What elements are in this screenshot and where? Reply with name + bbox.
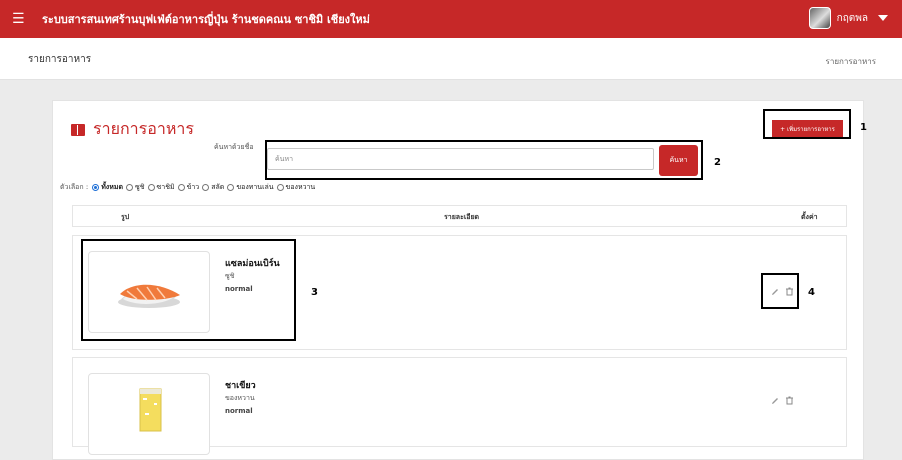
salmon-sushi-image <box>88 251 210 333</box>
food-list-card: รายการอาหาร + เพิ่มรายการอาหาร ค้นหาด้วย… <box>52 100 864 460</box>
filter-option-label: ทั้งหมด <box>101 183 123 191</box>
radio-icon[interactable] <box>177 184 185 191</box>
table-header: รูป รายละเอียด ตั้งค่า <box>72 205 847 227</box>
annotation-number-2: 2 <box>714 157 721 168</box>
annotation-number-4: 4 <box>808 287 815 298</box>
edit-icon[interactable] <box>771 287 780 296</box>
edit-icon[interactable] <box>771 396 780 405</box>
filter-option-sashimi[interactable]: ซาชิมิ <box>146 182 175 193</box>
row-actions <box>766 391 800 409</box>
radio-icon[interactable] <box>147 184 155 191</box>
breadcrumb[interactable]: รายการอาหาร <box>826 55 876 68</box>
avatar[interactable] <box>808 7 831 29</box>
filter-option-salad[interactable]: สลัด <box>200 182 224 193</box>
search-label: ค้นหาด้วยชื่อ <box>214 143 254 151</box>
app-title: ระบบสารสนเทศร้านบุฟเฟ่ต์อาหารญี่ปุ่น ร้า… <box>42 13 370 26</box>
search-button[interactable]: ค้นหา <box>659 145 698 176</box>
food-name: แซลม่อนเบิร์น <box>225 259 280 269</box>
section-title-text: รายการอาหาร <box>93 119 194 138</box>
trash-icon[interactable] <box>785 287 794 296</box>
radio-icon[interactable] <box>227 184 235 191</box>
trash-icon[interactable] <box>785 396 794 405</box>
food-status: normal <box>225 285 253 293</box>
radio-icon[interactable] <box>92 184 100 191</box>
filter-option-label: ซาชิมิ <box>156 183 175 191</box>
food-category: ของหวาน <box>225 394 255 402</box>
user-menu[interactable]: กฤตพล <box>808 7 888 29</box>
radio-icon[interactable] <box>126 184 133 191</box>
filter-option-snack[interactable]: ของทานเล่น <box>225 182 274 193</box>
search-input[interactable] <box>267 148 654 170</box>
food-category: ซูชิ <box>225 272 235 280</box>
table-row: แซลม่อนเบิร์น ซูชิ normal <box>72 235 847 350</box>
annotation-number-3: 3 <box>311 287 318 298</box>
filter-option-label: ของทานเล่น <box>236 183 274 191</box>
radio-icon[interactable] <box>276 184 284 191</box>
annotation-number-1: 1 <box>860 122 867 133</box>
column-header-settings: ตั้งค่า <box>801 213 818 221</box>
page-header: รายการอาหาร รายการอาหาร <box>0 38 902 80</box>
food-status: normal <box>225 407 253 415</box>
chevron-down-icon[interactable] <box>878 15 888 21</box>
book-icon <box>71 123 85 136</box>
section-title: รายการอาหาร <box>71 117 194 142</box>
filter-option-label: ซูชิ <box>135 183 145 191</box>
filter-option-label: ข้าว <box>186 183 200 191</box>
add-food-button[interactable]: + เพิ่มรายการอาหาร <box>772 120 843 137</box>
filter-option-all[interactable]: ทั้งหมด <box>90 182 123 193</box>
filter-option-rice[interactable]: ข้าว <box>176 182 200 193</box>
radio-icon[interactable] <box>202 184 210 191</box>
filter-option-label: ของหวาน <box>285 183 316 191</box>
filter-label: ตัวเลือก : <box>60 183 89 191</box>
table-row: ชาเขียว ของหวาน normal <box>72 357 847 455</box>
category-filter: ตัวเลือก : ทั้งหมด ซูชิ ซาชิมิ ข้าว สลัด… <box>60 182 316 193</box>
filter-option-label: สลัด <box>211 183 225 191</box>
hamburger-menu-icon[interactable]: ☰ <box>12 12 30 26</box>
column-header-image: รูป <box>121 213 130 221</box>
top-navigation-bar: ☰ ระบบสารสนเทศร้านบุฟเฟ่ต์อาหารญี่ปุ่น ร… <box>0 0 902 38</box>
row-actions <box>766 282 800 300</box>
column-header-detail: รายละเอียด <box>444 213 480 221</box>
user-name[interactable]: กฤตพล <box>837 11 868 26</box>
green-tea-drink-image <box>88 373 210 455</box>
filter-option-sushi[interactable]: ซูชิ <box>124 182 145 193</box>
food-name: ชาเขียว <box>225 381 256 391</box>
filter-option-dessert[interactable]: ของหวาน <box>275 182 316 193</box>
page-title: รายการอาหาร <box>28 54 92 65</box>
